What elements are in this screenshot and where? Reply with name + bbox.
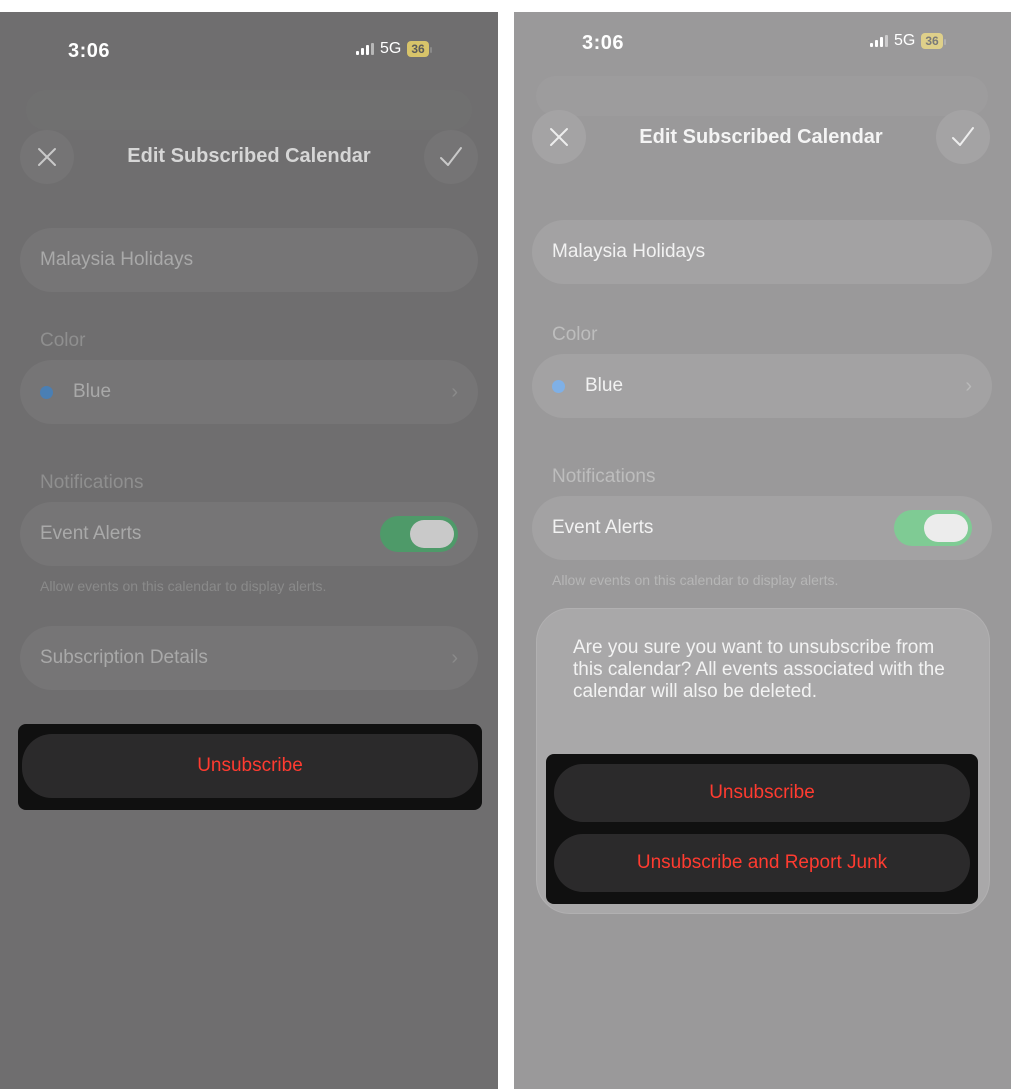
panel-divider bbox=[498, 0, 514, 1089]
color-row[interactable]: Blue › bbox=[20, 360, 478, 424]
status-time: 3:06 bbox=[68, 40, 111, 62]
unsubscribe-report-junk-button[interactable]: Unsubscribe and Report Junk bbox=[554, 834, 970, 892]
close-button[interactable] bbox=[532, 110, 586, 164]
notifications-section-label: Notifications bbox=[40, 472, 144, 493]
event-alerts-row: Event Alerts bbox=[532, 496, 992, 560]
notifications-section-label: Notifications bbox=[552, 466, 656, 487]
unsubscribe-button[interactable]: Unsubscribe bbox=[22, 734, 478, 798]
color-value: Blue bbox=[73, 381, 112, 402]
network-label: 5G bbox=[380, 40, 402, 57]
status-time: 3:06 bbox=[582, 32, 625, 54]
unsubscribe-button[interactable]: Unsubscribe bbox=[554, 764, 970, 822]
signal-icon bbox=[870, 35, 888, 47]
confirm-button[interactable] bbox=[424, 130, 478, 184]
confirm-button[interactable] bbox=[936, 110, 990, 164]
screen-edit-calendar: 3:06 5G 36 Edit Subscribed Calendar Mala… bbox=[0, 12, 498, 1089]
calendar-name-value: Malaysia Holidays bbox=[40, 249, 194, 270]
alerts-footnote: Allow events on this calendar to display… bbox=[552, 572, 839, 588]
color-dot-icon bbox=[40, 385, 53, 399]
subscription-details-label: Subscription Details bbox=[40, 647, 208, 668]
subscription-details-row[interactable]: Subscription Details › bbox=[20, 626, 478, 690]
unsubscribe-label: Unsubscribe bbox=[709, 782, 815, 803]
chevron-right-icon: › bbox=[965, 374, 972, 397]
event-alerts-row: Event Alerts bbox=[20, 502, 478, 566]
unsubscribe-label: Unsubscribe bbox=[197, 755, 303, 776]
event-alerts-toggle[interactable] bbox=[894, 510, 972, 546]
sheet-background-edge bbox=[536, 76, 988, 116]
battery-level: 36 bbox=[407, 41, 429, 57]
battery-level: 36 bbox=[921, 33, 943, 49]
color-value: Blue bbox=[585, 375, 624, 396]
toggle-knob bbox=[410, 520, 454, 548]
signal-icon bbox=[356, 43, 374, 55]
color-dot-icon bbox=[552, 379, 565, 393]
close-icon bbox=[38, 148, 56, 166]
event-alerts-toggle[interactable] bbox=[380, 516, 458, 552]
chevron-right-icon: › bbox=[451, 380, 458, 403]
status-indicators: 5G 36 bbox=[870, 32, 946, 50]
calendar-name-field[interactable]: Malaysia Holidays bbox=[532, 220, 992, 284]
unsubscribe-report-junk-label: Unsubscribe and Report Junk bbox=[636, 852, 888, 873]
alerts-footnote: Allow events on this calendar to display… bbox=[40, 578, 327, 594]
color-row[interactable]: Blue › bbox=[532, 354, 992, 418]
color-section-label: Color bbox=[552, 324, 598, 345]
confirm-message: Are you sure you want to unsubscribe fro… bbox=[573, 637, 945, 702]
close-icon bbox=[550, 128, 568, 146]
event-alerts-label: Event Alerts bbox=[40, 523, 142, 544]
checkmark-icon bbox=[440, 147, 462, 166]
event-alerts-label: Event Alerts bbox=[552, 517, 654, 538]
page-title: Edit Subscribed Calendar bbox=[127, 145, 371, 167]
network-label: 5G bbox=[894, 32, 916, 49]
sheet-background-edge bbox=[26, 90, 472, 130]
calendar-name-field[interactable]: Malaysia Holidays bbox=[20, 228, 478, 292]
color-section-label: Color bbox=[40, 330, 86, 351]
battery-icon: 36 bbox=[407, 40, 432, 58]
toggle-knob bbox=[924, 514, 968, 542]
checkmark-icon bbox=[952, 127, 974, 146]
chevron-right-icon: › bbox=[451, 646, 458, 669]
close-button[interactable] bbox=[20, 130, 74, 184]
status-indicators: 5G 36 bbox=[356, 40, 432, 58]
page-title: Edit Subscribed Calendar bbox=[639, 126, 883, 148]
calendar-name-value: Malaysia Holidays bbox=[552, 241, 706, 262]
battery-icon: 36 bbox=[921, 32, 946, 50]
screen-unsubscribe-confirm: 3:06 5G 36 Edit Subscribed Calendar Mala… bbox=[514, 12, 1011, 1089]
